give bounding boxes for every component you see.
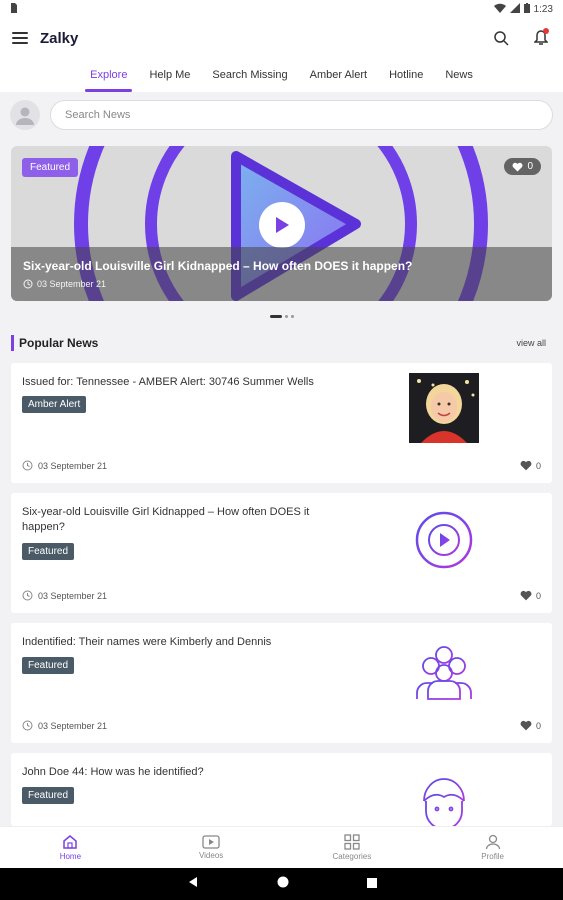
nav-profile[interactable]: Profile [422,827,563,868]
wifi-icon [493,3,506,16]
bottom-navigation: Home Videos Categories Profile [0,826,563,868]
search-row [10,96,553,134]
nav-profile-label: Profile [481,852,504,861]
heart-icon [520,590,532,601]
notification-dot [543,28,549,34]
play-circle-icon [415,511,473,569]
search-news-input[interactable] [50,100,553,130]
news-date: 03 September 21 [22,720,107,731]
nav-videos-label: Videos [198,851,224,860]
child-photo [409,373,479,443]
back-icon[interactable] [187,875,199,893]
carousel-dot[interactable] [284,315,288,318]
signal-icon [509,2,520,16]
hero-date: 03 September 21 [23,279,540,289]
system-navigation-bar [0,868,563,900]
nav-videos[interactable]: Videos [141,827,282,868]
app-bar: Zalky [0,18,563,58]
news-like-count: 0 [535,460,541,471]
clock-icon [22,720,33,731]
news-thumbnail [409,505,479,575]
status-time: 1:23 [533,3,553,15]
news-badge: Featured [22,543,75,560]
nav-categories-label: Categories [332,852,372,861]
hero-caption: Six-year-old Louisville Girl Kidnapped –… [11,247,552,301]
popular-news-header: Popular News view all [11,334,546,352]
news-like-count: 0 [535,590,541,601]
hero-like-button[interactable]: 0 [504,158,541,175]
featured-hero-card[interactable]: Featured 0 Six-year-old Louisville Girl … [11,146,552,301]
heart-icon [512,162,523,171]
person-face-icon [423,778,465,826]
clock-icon [22,460,33,471]
logo-text: Zalky [40,29,79,47]
news-title: Six-year-old Louisville Girl Kidnapped –… [22,506,310,533]
menu-icon[interactable] [12,32,28,44]
grid-icon [344,834,360,850]
news-like-button[interactable]: 0 [520,720,541,731]
clock-icon [22,590,33,601]
tab-search-missing[interactable]: Search Missing [201,58,298,92]
hero-like-count: 0 [527,161,533,172]
search-icon[interactable] [491,28,511,48]
avatar[interactable] [10,100,40,130]
news-card[interactable]: Six-year-old Louisville Girl Kidnapped –… [11,493,552,613]
home-circle-icon[interactable] [277,875,289,893]
carousel-dot[interactable] [290,315,294,318]
recents-icon[interactable] [366,875,377,893]
news-thumbnail [409,373,479,443]
video-icon [202,835,220,849]
tab-hotline[interactable]: Hotline [378,58,434,92]
news-title: John Doe 44: How was he identified? [22,766,204,778]
view-all-link[interactable]: view all [516,338,546,348]
hero-featured-badge: Featured [22,158,79,177]
nav-home[interactable]: Home [0,827,141,868]
clock-icon [23,279,33,289]
news-card[interactable]: John Doe 44: How was he identified? Feat… [11,753,552,826]
battery-icon [523,2,530,16]
news-date: 03 September 21 [22,460,107,471]
hero-date-text: 03 September 21 [37,279,107,289]
news-date-text: 03 September 21 [38,720,108,731]
heart-icon [520,460,532,471]
nav-home-label: Home [59,852,82,861]
news-title: Issued for: Tennessee - AMBER Alert: 307… [22,376,314,388]
news-thumbnail [409,767,479,826]
top-tabs: Explore Help Me Search Missing Amber Ale… [0,58,563,92]
news-date: 03 September 21 [22,590,107,601]
home-icon [63,835,78,849]
status-bar: 1:23 [0,0,563,18]
group-people-icon [416,646,472,700]
news-like-button[interactable]: 0 [520,590,541,601]
hero-title: Six-year-old Louisville Girl Kidnapped –… [23,259,413,273]
tab-help-me[interactable]: Help Me [138,58,201,92]
news-badge: Amber Alert [22,396,87,413]
news-date-text: 03 September 21 [38,590,108,601]
play-icon [276,217,289,233]
news-card[interactable]: Issued for: Tennessee - AMBER Alert: 307… [11,363,552,483]
status-right: 1:23 [493,2,553,16]
news-badge: Featured [22,657,75,674]
section-title: Popular News [19,336,99,350]
news-card[interactable]: Indentified: Their names were Kimberly a… [11,623,552,743]
app-logo: Zalky [40,30,78,47]
news-title: Indentified: Their names were Kimberly a… [22,636,272,648]
carousel-dot[interactable] [269,315,282,318]
heart-icon [520,720,532,731]
sim-icon [10,2,18,16]
news-like-count: 0 [535,720,541,731]
news-badge: Featured [22,787,75,804]
play-button[interactable] [259,202,305,248]
news-date-text: 03 September 21 [38,460,108,471]
tab-explore[interactable]: Explore [79,58,138,92]
section-accent-bar [11,335,14,351]
nav-categories[interactable]: Categories [282,827,423,868]
notification-bell-icon[interactable] [531,28,551,48]
tab-amber-alert[interactable]: Amber Alert [299,58,378,92]
news-thumbnail [409,637,479,707]
news-like-button[interactable]: 0 [520,460,541,471]
tab-news[interactable]: News [434,58,484,92]
carousel-indicator [0,315,563,318]
user-icon [485,834,500,850]
